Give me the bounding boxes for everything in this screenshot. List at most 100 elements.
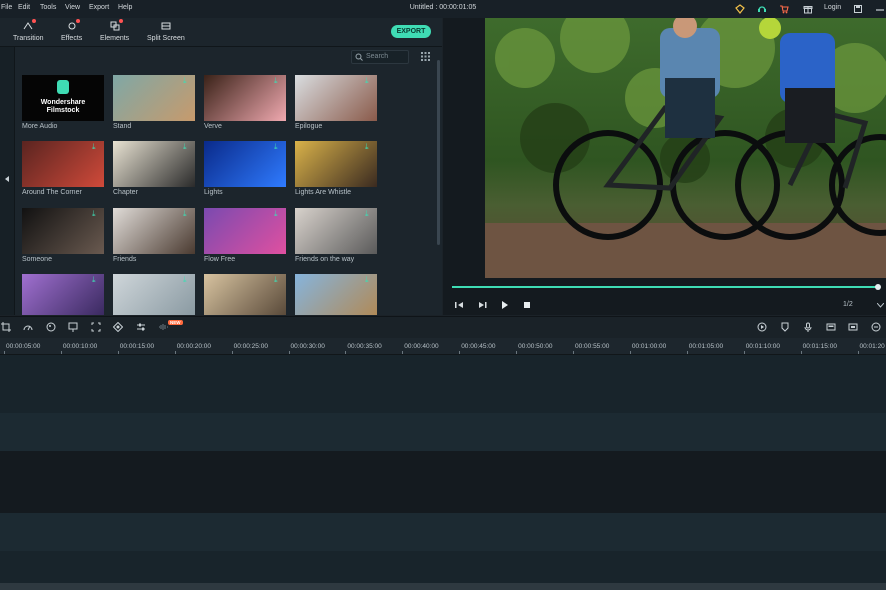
library-sidebar-collapsed[interactable] xyxy=(0,47,15,315)
download-icon[interactable]: ⤓ xyxy=(183,210,191,218)
download-icon[interactable]: ⤓ xyxy=(365,77,373,85)
keyframe-icon[interactable] xyxy=(113,322,123,332)
audio-track-2[interactable] xyxy=(0,513,886,551)
empty-track xyxy=(0,551,886,583)
premium-icon[interactable] xyxy=(735,4,745,14)
search-icon xyxy=(355,53,363,61)
ruler-tick-mark xyxy=(60,351,62,354)
library-thumbnail[interactable]: ⤓ xyxy=(22,208,104,254)
speed-icon[interactable] xyxy=(23,322,33,332)
ruler-tick-mark xyxy=(516,351,518,354)
library-thumbnail[interactable]: ⤓ xyxy=(113,141,195,187)
library-thumbnail[interactable]: ⤓ xyxy=(22,274,104,315)
download-icon[interactable]: ⤓ xyxy=(365,143,373,151)
voiceover-icon[interactable] xyxy=(826,322,836,332)
ruler-tick-label: 00:00:50:00 xyxy=(518,343,553,350)
export-button[interactable]: EXPORT xyxy=(391,25,431,38)
playhead-knob[interactable] xyxy=(875,284,881,290)
library-thumbnail[interactable]: ⤓ xyxy=(113,208,195,254)
library-thumbnail[interactable]: ⤓ xyxy=(204,274,286,315)
ruler-tick-label: 00:00:20:00 xyxy=(176,343,212,350)
tab-elements[interactable]: Elements xyxy=(100,19,129,42)
marker-icon[interactable] xyxy=(780,322,790,332)
tab-split-screen[interactable]: Split Screen xyxy=(147,21,185,42)
download-icon[interactable]: ⤓ xyxy=(274,276,282,284)
download-icon[interactable]: ⤓ xyxy=(274,77,282,85)
color-icon[interactable] xyxy=(46,322,56,332)
previous-frame-icon[interactable] xyxy=(455,301,464,309)
adjust-icon[interactable] xyxy=(136,322,146,332)
library-thumbnail[interactable]: ⤓ xyxy=(204,75,286,121)
grid-view-icon[interactable] xyxy=(421,52,430,61)
download-icon[interactable]: ⤓ xyxy=(92,276,100,284)
stop-icon[interactable] xyxy=(524,302,531,309)
ruler-tick-label: 00:01:20 xyxy=(859,343,885,350)
filmstock-logo-icon xyxy=(57,80,69,94)
video-preview xyxy=(485,18,886,278)
ruler-tick-mark xyxy=(402,351,404,354)
expand-left-icon[interactable] xyxy=(4,175,10,183)
minimize-icon[interactable] xyxy=(875,4,885,14)
library-thumbnail[interactable]: ⤓ xyxy=(113,274,195,315)
tab-transition-label: Transition xyxy=(13,35,44,42)
download-icon[interactable]: ⤓ xyxy=(183,77,191,85)
playback-progress-bar[interactable] xyxy=(452,286,878,288)
fit-icon[interactable] xyxy=(91,322,101,332)
library-thumbnail-label: Lights xyxy=(204,189,223,196)
new-badge: NEW xyxy=(168,320,183,325)
video-track[interactable] xyxy=(0,355,886,413)
library-scrollbar[interactable] xyxy=(437,60,440,245)
tab-split-screen-label: Split Screen xyxy=(147,35,185,42)
snapshot-icon[interactable] xyxy=(848,322,858,332)
play-icon[interactable] xyxy=(501,301,509,309)
download-icon[interactable]: ⤓ xyxy=(365,276,373,284)
audio-track[interactable] xyxy=(0,451,886,513)
library-thumbnail[interactable]: ⤓ xyxy=(22,141,104,187)
tab-transition[interactable]: Transition xyxy=(13,19,44,42)
render-icon[interactable] xyxy=(757,322,767,332)
library-thumbnail[interactable]: ⤓ xyxy=(204,208,286,254)
audio-wave-icon[interactable] xyxy=(158,322,168,332)
download-icon[interactable]: ⤓ xyxy=(92,210,100,218)
download-icon[interactable]: ⤓ xyxy=(365,210,373,218)
microphone-icon[interactable] xyxy=(803,322,813,332)
login-link[interactable]: Login xyxy=(824,4,841,11)
preview-page-indicator[interactable]: 1/2 xyxy=(843,301,853,308)
library-thumbnail-label: Chapter xyxy=(113,189,138,196)
zoom-out-icon[interactable] xyxy=(871,322,881,332)
download-icon[interactable]: ⤓ xyxy=(274,143,282,151)
ruler-tick-label: 00:00:10:00 xyxy=(62,343,98,350)
ruler-tick-label: 00:00:40:00 xyxy=(404,343,439,350)
library-thumbnail[interactable]: ⤓ xyxy=(113,75,195,121)
ruler-tick-label: 00:01:05:00 xyxy=(688,343,724,350)
timeline-ruler[interactable]: 00:00:05:00 00:00:10:00 00:00:15:00 00:00:2… xyxy=(0,338,886,355)
library-thumbnail[interactable]: Wondershare Filmstock xyxy=(22,75,104,121)
timeline-scrollbar[interactable] xyxy=(0,583,886,590)
download-icon[interactable]: ⤓ xyxy=(274,210,282,218)
library-thumbnail[interactable]: ⤓ xyxy=(295,274,377,315)
save-icon[interactable] xyxy=(853,4,863,14)
ruler-tick-mark xyxy=(686,351,688,354)
crop-icon[interactable] xyxy=(1,322,11,332)
library-thumbnail-label: Friends on the way xyxy=(295,256,355,263)
library-thumbnail-label: Someone xyxy=(22,256,52,263)
green-screen-icon[interactable] xyxy=(68,322,78,332)
download-icon[interactable]: ⤓ xyxy=(92,143,100,151)
chevron-down-icon[interactable] xyxy=(877,303,884,308)
ruler-tick-mark xyxy=(800,351,802,354)
search-input[interactable]: Search xyxy=(351,50,409,64)
library-thumbnail[interactable]: ⤓ xyxy=(295,208,377,254)
cart-icon[interactable] xyxy=(779,4,789,14)
next-frame-icon[interactable] xyxy=(478,301,487,309)
library-thumbnail[interactable]: ⤓ xyxy=(295,141,377,187)
video-track-2[interactable] xyxy=(0,413,886,451)
download-icon[interactable]: ⤓ xyxy=(183,143,191,151)
ruler-tick-mark xyxy=(629,351,631,354)
tab-effects[interactable]: Effects xyxy=(61,19,82,42)
brand-line-2: Filmstock xyxy=(46,107,80,114)
gift-icon[interactable] xyxy=(803,4,813,14)
library-thumbnail[interactable]: ⤓ xyxy=(204,141,286,187)
support-icon[interactable] xyxy=(757,4,767,14)
library-thumbnail[interactable]: ⤓ xyxy=(295,75,377,121)
download-icon[interactable]: ⤓ xyxy=(183,276,191,284)
